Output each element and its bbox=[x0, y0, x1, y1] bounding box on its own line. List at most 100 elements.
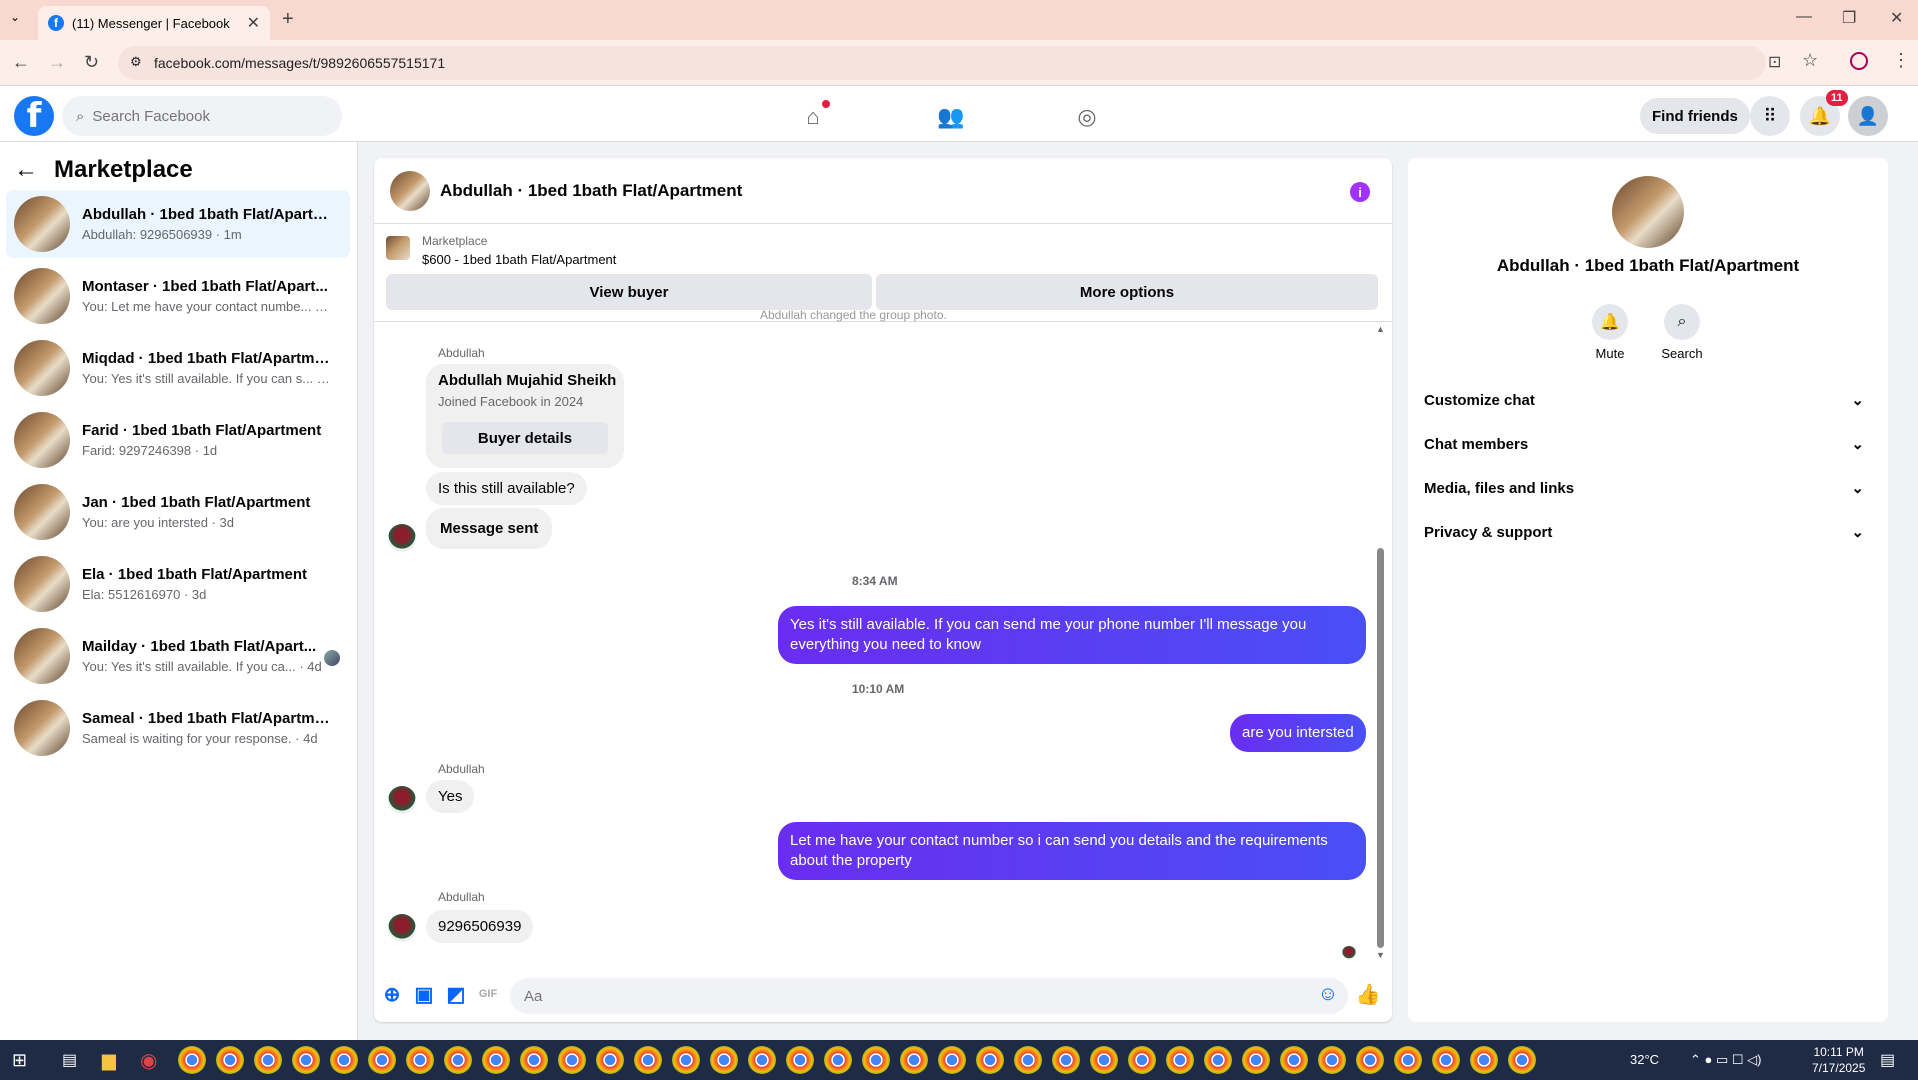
chrome-taskbar-icon[interactable] bbox=[520, 1046, 548, 1074]
chrome-taskbar-icon[interactable] bbox=[1356, 1046, 1384, 1074]
taskbar-clock[interactable]: 10:11 PM 7/17/2025 bbox=[1812, 1044, 1865, 1076]
chrome-taskbar-icon[interactable] bbox=[634, 1046, 662, 1074]
mute-bell-icon[interactable]: 🔔 bbox=[1592, 304, 1628, 340]
like-thumb-icon[interactable]: 👍 bbox=[1356, 982, 1381, 1006]
chrome-taskbar-icon[interactable] bbox=[1242, 1046, 1270, 1074]
chrome-taskbar-icon[interactable] bbox=[710, 1046, 738, 1074]
close-tab-icon[interactable]: ✕ bbox=[247, 13, 260, 33]
conversation-item[interactable]: Miqdad · 1bed 1bath Flat/Apartment You: Y… bbox=[6, 334, 350, 402]
plus-icon[interactable]: ⊕ bbox=[380, 982, 404, 1006]
site-info-icon[interactable]: ⚙ bbox=[130, 54, 142, 70]
scroll-down-icon[interactable]: ▼ bbox=[1376, 950, 1385, 960]
sender-avatar[interactable] bbox=[388, 786, 416, 814]
chrome-taskbar-icon[interactable] bbox=[1128, 1046, 1156, 1074]
chrome-taskbar-icon[interactable] bbox=[1394, 1046, 1422, 1074]
chrome-taskbar-icon[interactable] bbox=[254, 1046, 282, 1074]
accordion-privacy-support[interactable]: Privacy & support ⌄ bbox=[1420, 512, 1876, 552]
conversation-item[interactable]: Jan · 1bed 1bath Flat/Apartment You: are … bbox=[6, 478, 350, 546]
sender-avatar[interactable] bbox=[388, 914, 416, 942]
listing-thumbnail[interactable] bbox=[386, 236, 410, 260]
more-options-button[interactable]: More options bbox=[876, 274, 1378, 310]
chrome-taskbar-icon[interactable] bbox=[1052, 1046, 1080, 1074]
windows-start-icon[interactable]: ⊞ bbox=[12, 1050, 27, 1071]
conversation-item[interactable]: Montaser · 1bed 1bath Flat/Apart... You: … bbox=[6, 262, 350, 330]
task-view-icon[interactable]: ▤ bbox=[62, 1050, 77, 1070]
chrome-taskbar-icon[interactable] bbox=[1014, 1046, 1042, 1074]
chrome-taskbar-icon[interactable] bbox=[786, 1046, 814, 1074]
account-avatar[interactable]: 👤 bbox=[1848, 96, 1888, 136]
conversation-item[interactable]: Mailday · 1bed 1bath Flat/Apart... You: Y… bbox=[6, 622, 350, 690]
accordion-customize-chat[interactable]: Customize chat ⌄ bbox=[1420, 380, 1876, 420]
message-composer[interactable] bbox=[510, 978, 1348, 1014]
chrome-taskbar-icon[interactable] bbox=[1204, 1046, 1232, 1074]
groups-icon[interactable]: ◎ bbox=[1070, 100, 1104, 134]
find-friends-button[interactable]: Find friends bbox=[1640, 98, 1750, 134]
sticker-icon[interactable]: ◩ bbox=[444, 982, 468, 1006]
conversation-item[interactable]: Abdullah · 1bed 1bath Flat/Apartm... Abdu… bbox=[6, 190, 350, 258]
facebook-logo[interactable]: f bbox=[14, 96, 54, 136]
friends-icon[interactable]: 👥 bbox=[934, 100, 968, 134]
menu-grid-icon[interactable]: ⠿ bbox=[1750, 96, 1790, 136]
notification-center-icon[interactable]: ▤ bbox=[1880, 1050, 1895, 1070]
profile-avatar[interactable] bbox=[1612, 176, 1684, 248]
chat-avatar[interactable] bbox=[390, 170, 430, 211]
weather-widget[interactable]: 32°C bbox=[1630, 1052, 1659, 1067]
tab-search-icon[interactable]: ⌄ bbox=[10, 10, 20, 24]
back-arrow-icon[interactable]: ← bbox=[14, 156, 38, 184]
chrome-taskbar-icon[interactable] bbox=[824, 1046, 852, 1074]
chrome-taskbar-icon[interactable] bbox=[216, 1046, 244, 1074]
chrome-taskbar-icon[interactable] bbox=[1280, 1046, 1308, 1074]
chrome-taskbar-icon[interactable] bbox=[596, 1046, 624, 1074]
chrome-taskbar-icon[interactable] bbox=[1090, 1046, 1118, 1074]
chrome-taskbar-icon[interactable] bbox=[976, 1046, 1004, 1074]
chrome-taskbar-icon[interactable] bbox=[672, 1046, 700, 1074]
chrome-taskbar-icon[interactable] bbox=[862, 1046, 890, 1074]
message-input[interactable] bbox=[524, 987, 1264, 1005]
conversation-item[interactable]: Farid · 1bed 1bath Flat/Apartment Farid: … bbox=[6, 406, 350, 474]
search-bar[interactable]: ⌕ bbox=[62, 96, 342, 136]
chat-title[interactable]: Abdullah · 1bed 1bath Flat/Apartment bbox=[440, 181, 742, 201]
chrome-taskbar-icon[interactable] bbox=[900, 1046, 928, 1074]
chrome-taskbar-icon[interactable] bbox=[330, 1046, 358, 1074]
emoji-icon[interactable]: ☺ bbox=[1316, 982, 1340, 1006]
photo-icon[interactable]: ▣ bbox=[412, 982, 436, 1006]
reload-icon[interactable]: ↻ bbox=[84, 52, 99, 73]
accordion-chat-members[interactable]: Chat members ⌄ bbox=[1420, 424, 1876, 464]
bookmark-star-icon[interactable]: ☆ bbox=[1802, 50, 1818, 71]
conversation-item[interactable]: Ela · 1bed 1bath Flat/Apartment Ela: 5512… bbox=[6, 550, 350, 618]
chrome-taskbar-icon[interactable] bbox=[444, 1046, 472, 1074]
chrome-taskbar-icon[interactable] bbox=[938, 1046, 966, 1074]
search-input[interactable] bbox=[92, 107, 293, 125]
accordion-media-files[interactable]: Media, files and links ⌄ bbox=[1420, 468, 1876, 508]
new-tab-icon[interactable]: + bbox=[282, 8, 294, 31]
minimize-icon[interactable]: — bbox=[1796, 8, 1812, 26]
chrome-taskbar-icon[interactable] bbox=[1508, 1046, 1536, 1074]
file-explorer-icon[interactable]: ▆ bbox=[102, 1050, 116, 1071]
app-icon[interactable]: ◉ bbox=[140, 1048, 157, 1073]
profile-icon[interactable] bbox=[1850, 52, 1868, 70]
url-bar[interactable]: ⚙ facebook.com/messages/t/98926065575151… bbox=[118, 46, 1766, 80]
window-close-icon[interactable]: ✕ bbox=[1890, 8, 1903, 28]
listing-title[interactable]: $600 - 1bed 1bath Flat/Apartment bbox=[422, 252, 616, 267]
view-buyer-button[interactable]: View buyer bbox=[386, 274, 872, 310]
chrome-taskbar-icon[interactable] bbox=[178, 1046, 206, 1074]
chrome-taskbar-icon[interactable] bbox=[748, 1046, 776, 1074]
scroll-up-icon[interactable]: ▲ bbox=[1376, 324, 1385, 334]
gif-icon[interactable]: GIF bbox=[476, 982, 500, 1006]
conversation-item[interactable]: Sameal · 1bed 1bath Flat/Apartment Sameal… bbox=[6, 694, 350, 762]
forward-icon[interactable]: → bbox=[48, 52, 66, 73]
chrome-taskbar-icon[interactable] bbox=[406, 1046, 434, 1074]
chrome-taskbar-icon[interactable] bbox=[558, 1046, 586, 1074]
restore-icon[interactable]: ❐ bbox=[1842, 8, 1856, 28]
chrome-taskbar-icon[interactable] bbox=[292, 1046, 320, 1074]
chrome-taskbar-icon[interactable] bbox=[482, 1046, 510, 1074]
chrome-taskbar-icon[interactable] bbox=[1432, 1046, 1460, 1074]
sender-avatar[interactable] bbox=[388, 524, 416, 552]
chrome-taskbar-icon[interactable] bbox=[368, 1046, 396, 1074]
chrome-taskbar-icon[interactable] bbox=[1318, 1046, 1346, 1074]
search-in-chat-icon[interactable]: ⌕ bbox=[1664, 304, 1700, 340]
system-tray-icons[interactable]: ⌃ ● ▭ ☐ ◁) bbox=[1690, 1052, 1761, 1068]
info-icon[interactable]: i bbox=[1350, 182, 1370, 202]
chrome-taskbar-icon[interactable] bbox=[1470, 1046, 1498, 1074]
install-app-icon[interactable]: ⊡ bbox=[1768, 52, 1781, 72]
